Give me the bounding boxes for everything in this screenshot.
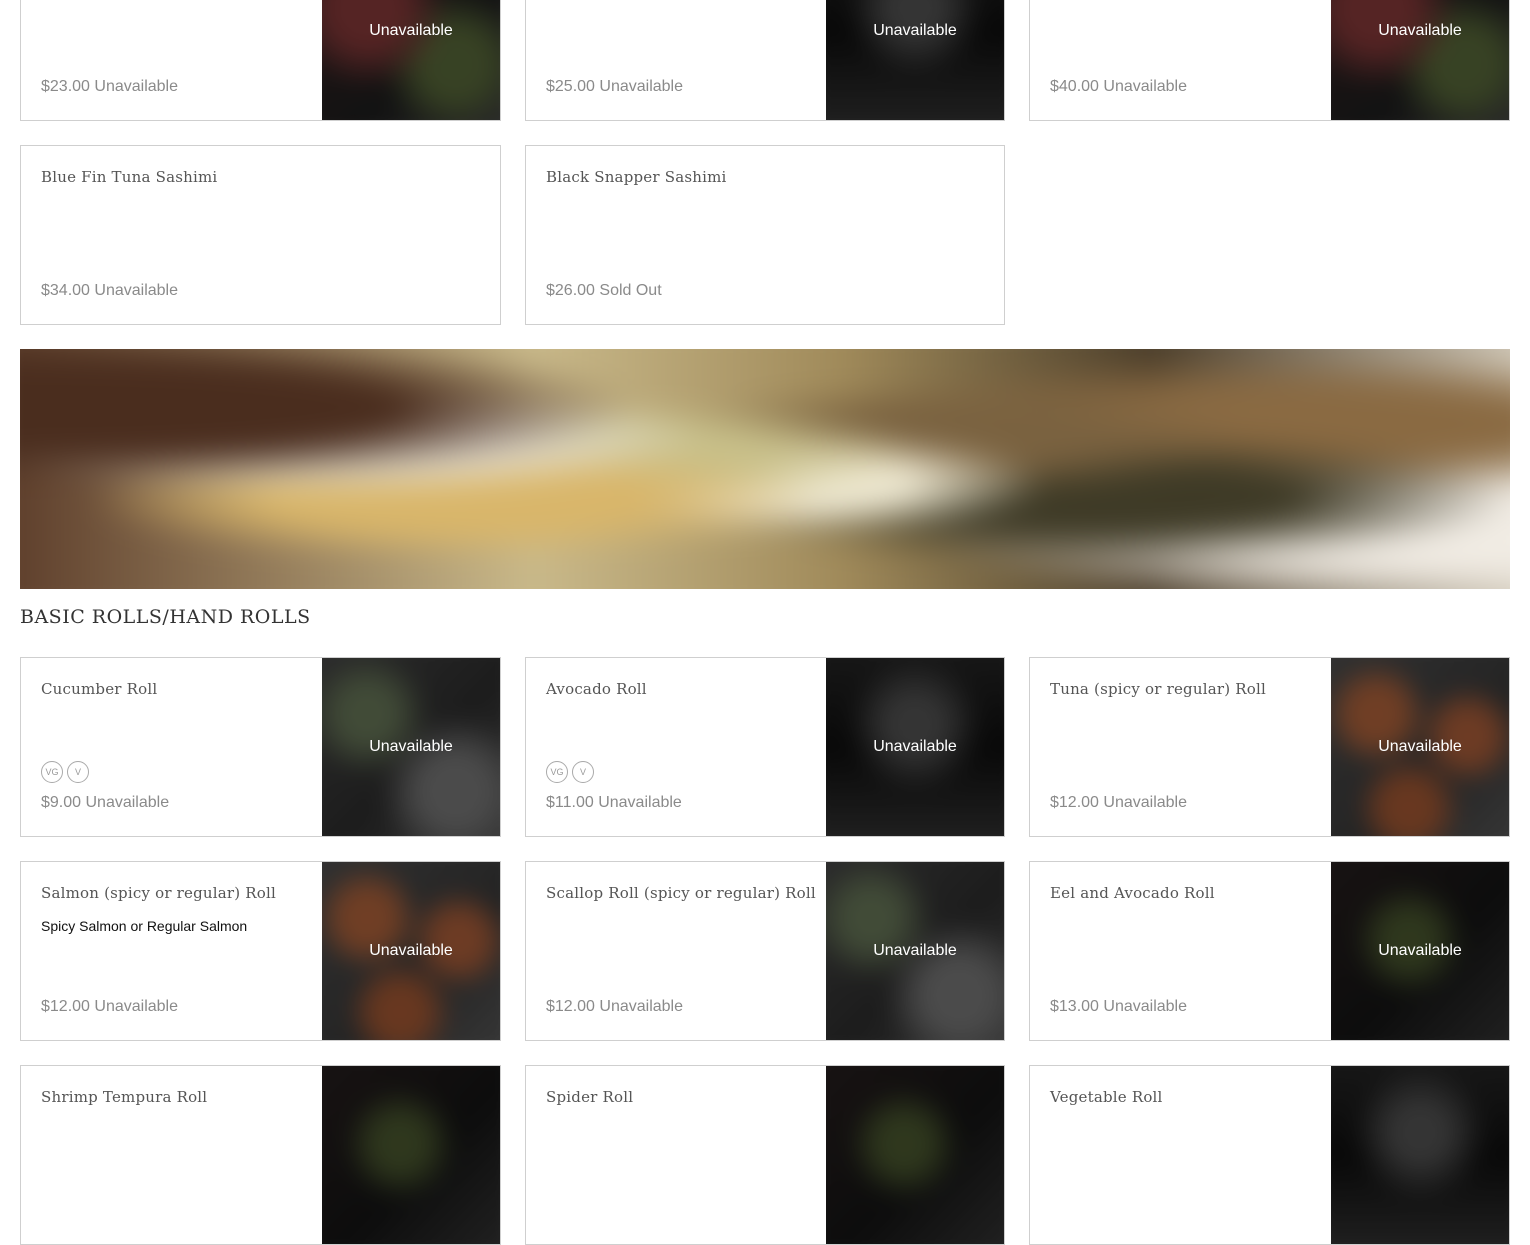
item-price: $25.00 Unavailable (546, 78, 683, 95)
item-price: $26.00 Sold Out (546, 282, 662, 299)
item-image: Unavailable (1331, 862, 1509, 1040)
vegan-icon: VG (546, 761, 568, 783)
item-image: Unavailable (322, 0, 500, 120)
section-title: BASIC ROLLS/HAND ROLLS (20, 606, 311, 628)
item-price: $12.00 Unavailable (546, 998, 683, 1015)
item-price: $12.00 Unavailable (41, 998, 178, 1015)
item-name: Avocado Roll (546, 680, 647, 698)
item-name: Black Snapper Sashimi (546, 168, 727, 186)
item-description: Spicy Salmon or Regular Salmon (41, 918, 248, 934)
item-name: Scallop Roll (spicy or regular) Roll (546, 884, 816, 902)
item-name: Vegetable Roll (1050, 1088, 1163, 1106)
item-name: Eel and Avocado Roll (1050, 884, 1215, 902)
image-status-label: Unavailable (1378, 22, 1462, 39)
menu-item-card[interactable]: Scallop Roll (spicy or regular) Roll $12… (525, 861, 1005, 1041)
menu-item-card[interactable]: Black Snapper Sashimi $26.00 Sold Out (525, 145, 1005, 325)
item-name: Blue Fin Tuna Sashimi (41, 168, 218, 186)
image-status-label: Unavailable (369, 22, 453, 39)
item-price: $9.00 Unavailable (41, 794, 170, 811)
item-image: Unavailable (1331, 658, 1509, 836)
menu-item-card[interactable]: Tuna (spicy or regular) Roll $12.00 Unav… (1029, 657, 1510, 837)
item-price: $11.00 Unavailable (546, 794, 682, 811)
item-image: Unavailable (826, 658, 1004, 836)
image-status-label: Unavailable (369, 738, 453, 755)
dietary-badges: VG V (546, 761, 594, 783)
item-name: Cucumber Roll (41, 680, 158, 698)
item-image: Unavailable (1331, 0, 1509, 120)
image-status-label: Unavailable (873, 22, 957, 39)
item-price: $12.00 Unavailable (1050, 794, 1187, 811)
menu-item-card[interactable]: $23.00 Unavailable Unavailable (20, 0, 501, 121)
menu-item-card[interactable]: Vegetable Roll (1029, 1065, 1510, 1245)
item-price: $34.00 Unavailable (41, 282, 178, 299)
vegan-icon: VG (41, 761, 63, 783)
item-price: $23.00 Unavailable (41, 78, 178, 95)
item-image: Unavailable (322, 862, 500, 1040)
vegetarian-icon: V (67, 761, 89, 783)
menu-item-card[interactable]: $40.00 Unavailable Unavailable (1029, 0, 1510, 121)
menu-item-card[interactable]: Avocado Roll VG V $11.00 Unavailable Una… (525, 657, 1005, 837)
section-banner-image (20, 349, 1510, 589)
item-name: Tuna (spicy or regular) Roll (1050, 680, 1266, 698)
menu-item-card[interactable]: $25.00 Unavailable Unavailable (525, 0, 1005, 121)
menu-item-card[interactable]: Eel and Avocado Roll $13.00 Unavailable … (1029, 861, 1510, 1041)
image-status-label: Unavailable (1378, 942, 1462, 959)
item-name: Shrimp Tempura Roll (41, 1088, 208, 1106)
menu-item-card[interactable]: Blue Fin Tuna Sashimi $34.00 Unavailable (20, 145, 501, 325)
item-image: Unavailable (826, 862, 1004, 1040)
item-name: Spider Roll (546, 1088, 634, 1106)
image-status-label: Unavailable (873, 738, 957, 755)
item-image (322, 1066, 500, 1244)
menu-item-card[interactable]: Salmon (spicy or regular) Roll Spicy Sal… (20, 861, 501, 1041)
vegetarian-icon: V (572, 761, 594, 783)
image-status-label: Unavailable (1378, 738, 1462, 755)
dietary-badges: VG V (41, 761, 89, 783)
menu-item-card[interactable]: Spider Roll (525, 1065, 1005, 1245)
menu-item-card[interactable]: Shrimp Tempura Roll (20, 1065, 501, 1245)
item-price: $40.00 Unavailable (1050, 78, 1187, 95)
item-name: Salmon (spicy or regular) Roll (41, 884, 277, 902)
menu-item-card[interactable]: Cucumber Roll VG V $9.00 Unavailable Una… (20, 657, 501, 837)
item-image: Unavailable (322, 658, 500, 836)
item-price: $13.00 Unavailable (1050, 998, 1187, 1015)
item-image (826, 1066, 1004, 1244)
image-status-label: Unavailable (873, 942, 957, 959)
image-status-label: Unavailable (369, 942, 453, 959)
item-image (1331, 1066, 1509, 1244)
item-image: Unavailable (826, 0, 1004, 120)
